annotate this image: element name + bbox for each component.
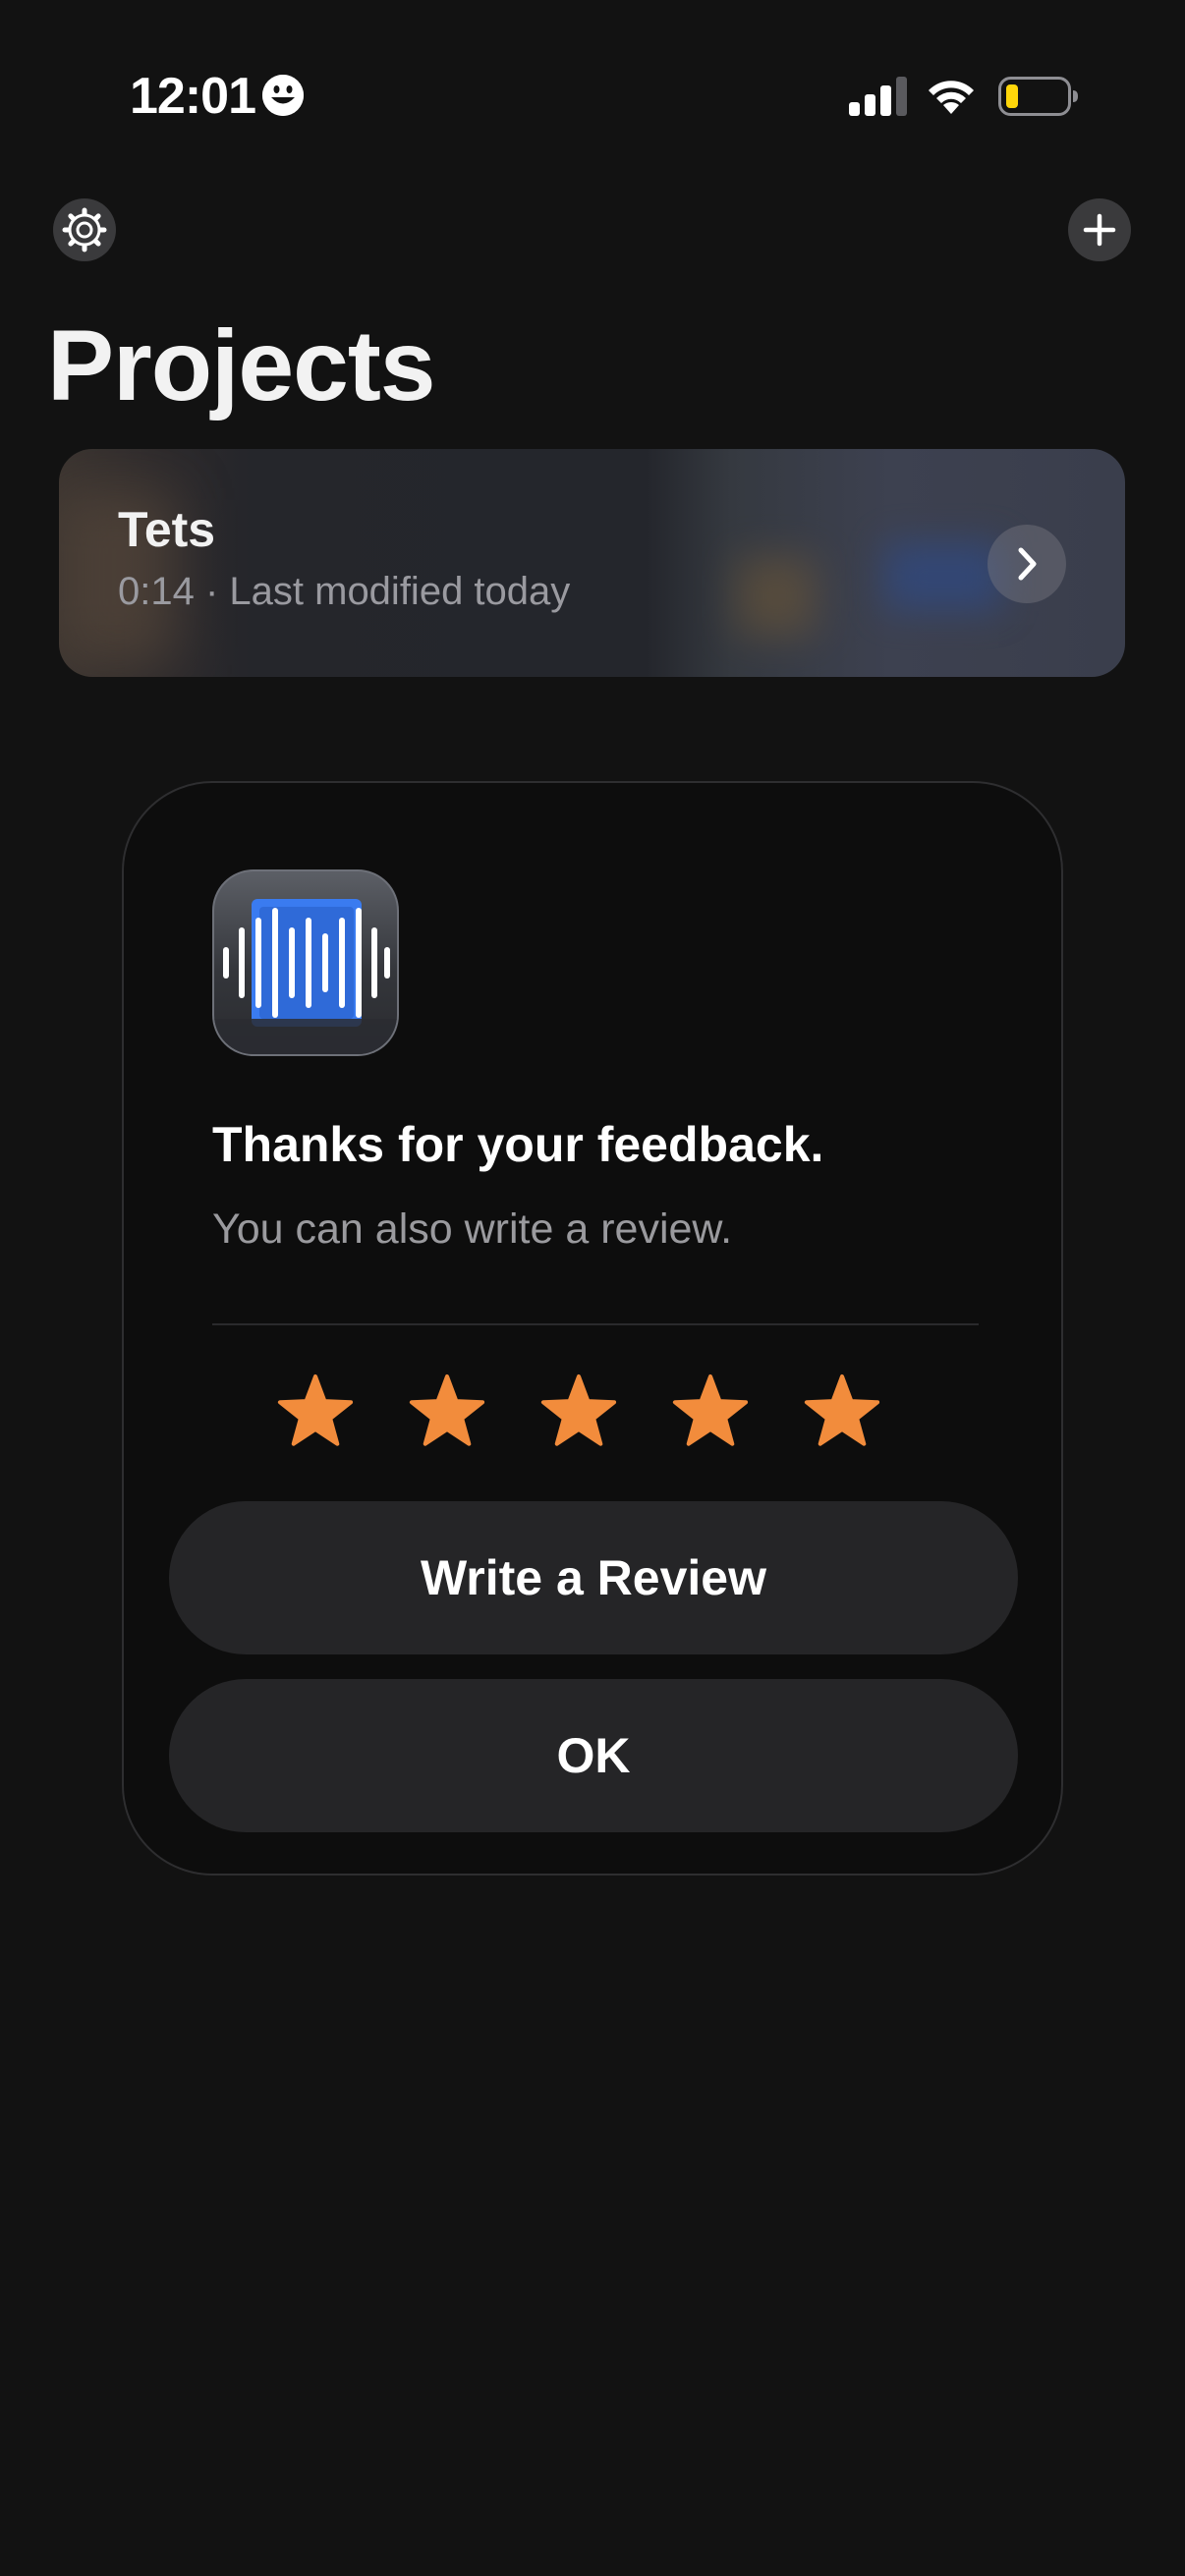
star-rating[interactable] [124,1372,1065,1451]
star-icon[interactable] [408,1372,486,1451]
settings-button[interactable] [53,198,116,261]
project-thumbnail-blur [884,542,1002,611]
star-icon[interactable] [539,1372,618,1451]
page-title: Projects [47,309,436,421]
wifi-icon [924,75,979,116]
star-icon[interactable] [276,1372,355,1451]
waveform-app-icon [212,869,399,1056]
gear-icon [62,207,107,252]
cellular-signal-icon [849,77,908,116]
open-project-button[interactable] [988,525,1066,603]
add-project-button[interactable] [1068,198,1131,261]
battery-low-icon [998,77,1079,116]
project-card[interactable]: Tets 0:14 · Last modified today [59,449,1125,677]
plus-icon [1083,213,1116,247]
project-thumbnail-blur [737,557,816,636]
status-time: 12:01 [130,68,256,125]
project-meta: 0:14 · Last modified today [118,570,571,613]
smiley-face-icon [262,75,304,116]
star-icon[interactable] [671,1372,750,1451]
star-icon[interactable] [803,1372,881,1451]
dialog-title: Thanks for your feedback. [212,1117,824,1172]
screen: 12:01 Projects Tets 0:14 · Last modified… [0,0,1185,2576]
write-review-button[interactable]: Write a Review [169,1501,1018,1654]
ok-button[interactable]: OK [169,1679,1018,1832]
chevron-right-icon [1018,547,1037,581]
project-name: Tets [118,502,216,557]
divider [212,1323,979,1325]
dialog-subtitle: You can also write a review. [212,1205,733,1253]
review-dialog: Thanks for your feedback. You can also w… [122,781,1063,1876]
